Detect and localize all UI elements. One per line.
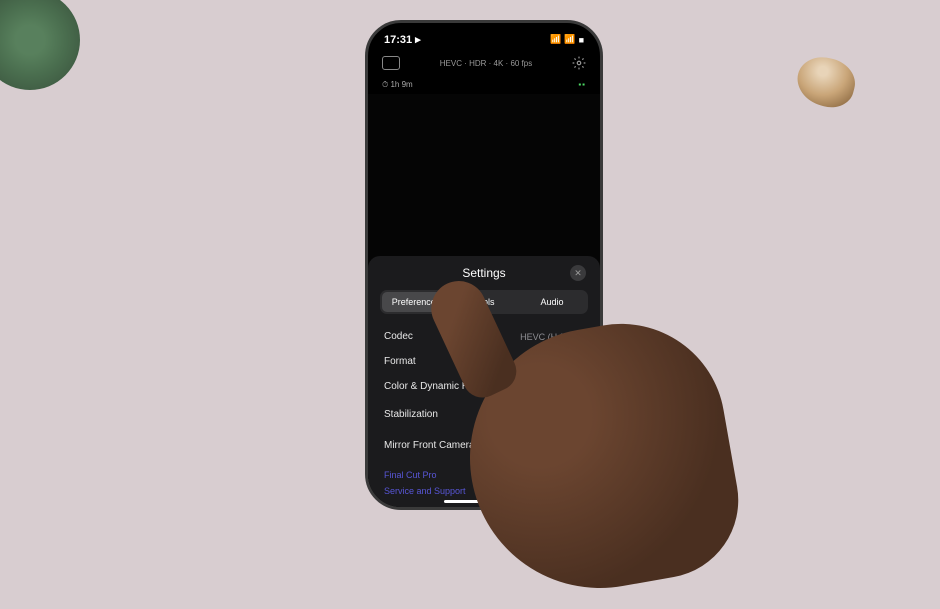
mirror-label: Mirror Front Camera xyxy=(384,440,475,451)
gear-icon[interactable] xyxy=(572,56,586,70)
stabilization-label: Stabilization xyxy=(384,409,438,420)
decorative-shell xyxy=(792,51,860,112)
close-icon: ✕ xyxy=(574,268,582,279)
camera-header: HEVC · HDR · 4K · 60 fps xyxy=(368,50,600,76)
time-remaining: ⏱ 1h 9m xyxy=(382,80,413,90)
signal-icon: 📶 xyxy=(550,34,561,45)
settings-title: Settings xyxy=(462,266,505,280)
decorative-plant xyxy=(0,0,80,90)
codec-label: Codec xyxy=(384,331,413,342)
recording-info: ⏱ 1h 9m ▪▪ xyxy=(368,76,600,94)
format-summary[interactable]: HEVC · HDR · 4K · 60 fps xyxy=(440,59,532,68)
battery-icon: ■ xyxy=(579,35,584,45)
phone-notch xyxy=(448,31,520,51)
audio-level-indicator: ▪▪ xyxy=(578,80,586,90)
status-time: 17:31 xyxy=(384,34,412,46)
close-button[interactable]: ✕ xyxy=(570,265,586,281)
wifi-icon: 📶 xyxy=(564,34,575,45)
camera-switch-icon[interactable] xyxy=(382,56,400,70)
tab-audio[interactable]: Audio xyxy=(518,292,586,312)
format-label: Format xyxy=(384,356,416,367)
location-icon: ▸ xyxy=(415,33,421,46)
settings-header: Settings ✕ xyxy=(368,266,600,290)
